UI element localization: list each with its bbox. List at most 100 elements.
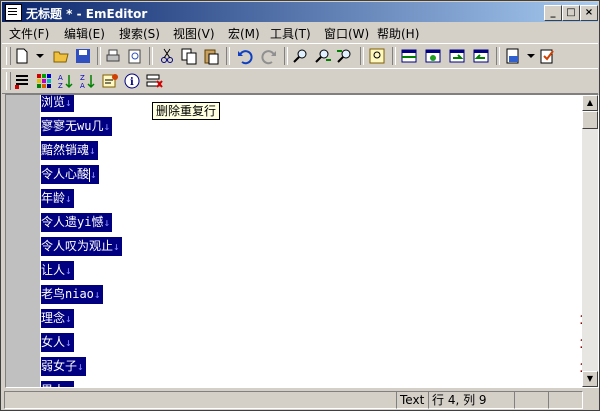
scroll-thumb[interactable] xyxy=(582,111,598,129)
svg-text:A: A xyxy=(58,74,63,82)
line-break-icon: ↓ xyxy=(77,360,84,373)
line-text: 寥寥无wu几 xyxy=(41,119,104,133)
status-message-panel xyxy=(4,391,397,409)
scroll-up-button[interactable]: ▲ xyxy=(582,95,598,111)
save-icon[interactable] xyxy=(74,47,92,65)
toolbar-separator xyxy=(284,47,288,65)
menu-edit[interactable]: 编辑(E) xyxy=(64,25,105,42)
toolbar-grip[interactable] xyxy=(6,72,11,90)
text-line[interactable]: 浏览↓ xyxy=(41,95,74,112)
line-text: 老鸟niao xyxy=(41,287,94,301)
plugin-toolbar: AZ ZA i xyxy=(2,68,598,94)
line-text: 年龄 xyxy=(41,191,66,205)
outline-icon[interactable] xyxy=(13,72,31,90)
menu-window[interactable]: 窗口(W) xyxy=(324,25,369,42)
main-toolbar xyxy=(2,43,598,69)
cut-icon[interactable] xyxy=(158,47,176,65)
line-text: 让人 xyxy=(41,263,66,277)
text-line[interactable]: 年龄↓ xyxy=(41,189,74,208)
line-text: 令人心酸 xyxy=(41,167,90,181)
line-text: 理念 xyxy=(41,311,66,325)
toolbar-separator xyxy=(226,47,230,65)
scroll-down-button[interactable]: ▼ xyxy=(582,371,598,387)
menu-search[interactable]: 搜索(S) xyxy=(119,25,160,42)
paste-icon[interactable] xyxy=(202,47,220,65)
line-break-icon: ↓ xyxy=(65,96,72,109)
print-preview-icon[interactable] xyxy=(126,47,144,65)
text-line[interactable]: 黯然销魂↓ xyxy=(41,141,98,160)
window-tile-icon[interactable] xyxy=(400,47,418,65)
line-break-icon: ↓ xyxy=(65,264,72,277)
text-line[interactable]: 令人遗yi憾↓ xyxy=(41,213,113,232)
plugins-icon[interactable] xyxy=(504,47,522,65)
close-button[interactable]: × xyxy=(580,5,598,21)
minimize-button[interactable]: _ xyxy=(544,5,562,21)
find-next-icon[interactable] xyxy=(314,47,332,65)
text-line[interactable]: 令人叹为观止↓ xyxy=(41,237,122,256)
line-break-icon: ↓ xyxy=(113,240,120,253)
sort-descending-icon[interactable]: ZA xyxy=(79,72,97,90)
find-icon[interactable] xyxy=(292,47,310,65)
open-folder-icon[interactable] xyxy=(52,47,70,65)
toolbar-separator xyxy=(149,47,153,65)
menu-file[interactable]: 文件(F) xyxy=(9,25,49,42)
toolbar-separator xyxy=(392,47,396,65)
line-break-icon: ↓ xyxy=(93,288,101,301)
toolbar-grip[interactable] xyxy=(6,47,11,65)
svg-text:Z: Z xyxy=(80,74,85,82)
line-break-icon: ↓ xyxy=(65,336,72,349)
customize-icon[interactable] xyxy=(538,47,556,65)
text-line[interactable]: 老鸟niao↓ xyxy=(41,285,103,304)
spell-check-icon[interactable] xyxy=(101,72,119,90)
menu-view[interactable]: 视图(V) xyxy=(173,25,215,42)
status-mode: Text xyxy=(396,391,429,409)
text-editor[interactable]: 1 2 3 4 5 6 7 8 9 10 11 12 13 浏览↓ 寥寥无wu几… xyxy=(5,94,599,388)
redo-icon[interactable] xyxy=(260,47,278,65)
line-break-icon: ↓ xyxy=(103,216,111,229)
svg-text:i: i xyxy=(130,77,134,88)
line-break-icon: ↓ xyxy=(65,384,72,387)
delete-duplicate-lines-icon[interactable] xyxy=(145,72,163,90)
window-cascade-icon[interactable] xyxy=(424,47,442,65)
text-line[interactable]: 令人心酸↓ xyxy=(41,165,99,184)
text-line[interactable]: 弱女子↓ xyxy=(41,357,86,376)
status-bar: Text 行 4, 列 9 xyxy=(2,389,598,409)
window-previous-icon[interactable] xyxy=(472,47,490,65)
menu-macro[interactable]: 宏(M) xyxy=(228,25,260,42)
status-panel-empty xyxy=(548,391,583,409)
status-cursor-position: 行 4, 列 9 xyxy=(428,391,515,409)
undo-icon[interactable] xyxy=(236,47,254,65)
vertical-scrollbar[interactable]: ▲ ▼ xyxy=(582,95,598,387)
line-break-icon: ↓ xyxy=(65,192,72,205)
text-line[interactable]: 寥寥无wu几↓ xyxy=(41,117,113,136)
toolbar-separator xyxy=(496,47,500,65)
emeditor-window: 无标题 * - EmEditor _ □ × 文件(F) 编辑(E) 搜索(S)… xyxy=(0,0,600,411)
find-in-files-icon[interactable] xyxy=(368,47,386,65)
line-break-icon: ↓ xyxy=(89,144,96,157)
text-line[interactable]: 让人↓ xyxy=(41,261,74,280)
title-bar[interactable]: 无标题 * - EmEditor _ □ × xyxy=(2,2,598,22)
document-icon xyxy=(5,4,22,21)
maximize-button[interactable]: □ xyxy=(562,5,580,21)
text-line[interactable]: 女人↓ xyxy=(41,333,74,352)
sort-ascending-icon[interactable]: AZ xyxy=(57,72,75,90)
menu-tools[interactable]: 工具(T) xyxy=(270,25,311,42)
menu-bar: 文件(F) 编辑(E) 搜索(S) 视图(V) 宏(M) 工具(T) 窗口(W)… xyxy=(2,23,598,43)
print-icon[interactable] xyxy=(104,47,122,65)
copy-icon[interactable] xyxy=(180,47,198,65)
window-next-icon[interactable] xyxy=(448,47,466,65)
text-line[interactable]: 理念↓ xyxy=(41,309,74,328)
menu-help[interactable]: 帮助(H) xyxy=(377,25,419,42)
color-grid-icon[interactable] xyxy=(35,72,53,90)
line-text: 令人遗yi憾 xyxy=(41,215,104,229)
properties-icon[interactable]: i xyxy=(123,72,141,90)
line-text: 男人 xyxy=(41,383,65,387)
dropdown-arrow-icon[interactable] xyxy=(31,47,49,65)
text-line[interactable]: 男人↓ xyxy=(41,381,74,387)
find-previous-icon[interactable] xyxy=(336,47,354,65)
new-file-icon[interactable] xyxy=(13,47,31,65)
svg-text:Z: Z xyxy=(58,82,63,90)
line-text: 弱女子 xyxy=(41,359,78,373)
status-panel-empty xyxy=(514,391,549,409)
window-title: 无标题 * - EmEditor xyxy=(26,7,148,21)
